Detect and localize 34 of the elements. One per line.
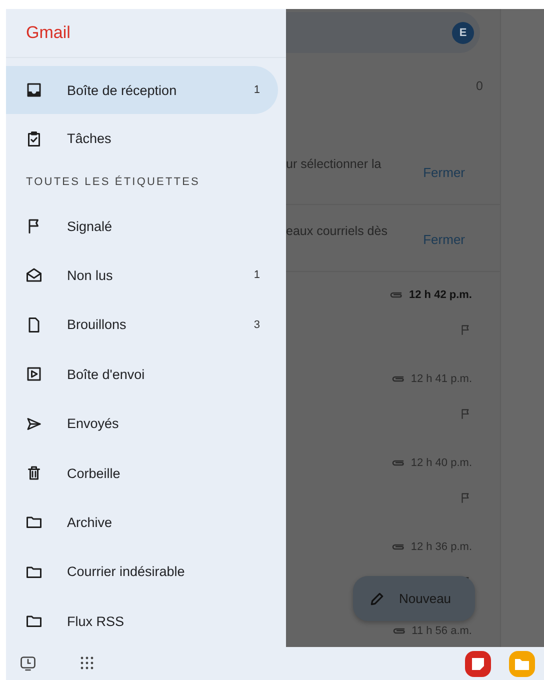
message-time: 12 h 36 p.m. [410, 541, 472, 553]
drawer-item[interactable]: Archive [6, 498, 278, 548]
avatar[interactable]: E [452, 22, 474, 44]
message-time: 12 h 41 p.m. [410, 373, 472, 385]
banner-text: eaux courriels dès [286, 224, 388, 238]
outbox-icon [25, 365, 43, 384]
paperclip-icon [390, 374, 405, 384]
search-bar[interactable]: E [286, 12, 480, 53]
drawer-item[interactable]: Non lus 1 [6, 250, 278, 300]
drawer-item[interactable]: Signalé [6, 201, 278, 251]
inbox-icon [25, 81, 43, 99]
clipboard-check-icon [25, 130, 43, 148]
pencil-icon [369, 590, 385, 606]
notes-app-icon[interactable] [464, 650, 492, 678]
paperclip-icon [390, 542, 405, 552]
message-time: 12 h 42 p.m. [409, 289, 472, 301]
drawer-item[interactable]: Envoyés [6, 398, 278, 448]
message-time: 12 h 40 p.m. [410, 457, 472, 469]
trash-icon [25, 464, 43, 482]
banner-text: ur sélectionner la [286, 157, 382, 171]
open-envelope-icon [25, 266, 43, 284]
drawer-item[interactable]: Tâches [6, 114, 278, 164]
drawer-item[interactable]: Corbeille [6, 448, 278, 498]
drawer-item[interactable]: Flux RSS [6, 596, 278, 646]
drawer-item[interactable]: Brouillons 3 [6, 300, 278, 350]
drawer-item[interactable]: Boîte de réception 1 [6, 66, 278, 114]
paperclip-icon [389, 290, 404, 300]
paperclip-icon [392, 626, 406, 636]
recent-apps-icon[interactable] [19, 654, 37, 672]
paperclip-icon [390, 458, 405, 468]
message-time: 11 h 56 a.m. [412, 625, 472, 637]
section-header: TOUTES LES ÉTIQUETTES [26, 176, 200, 188]
drawer-item[interactable]: Courrier indésirable [6, 547, 278, 597]
drawer-item[interactable]: Boîte d'envoi [6, 350, 278, 399]
